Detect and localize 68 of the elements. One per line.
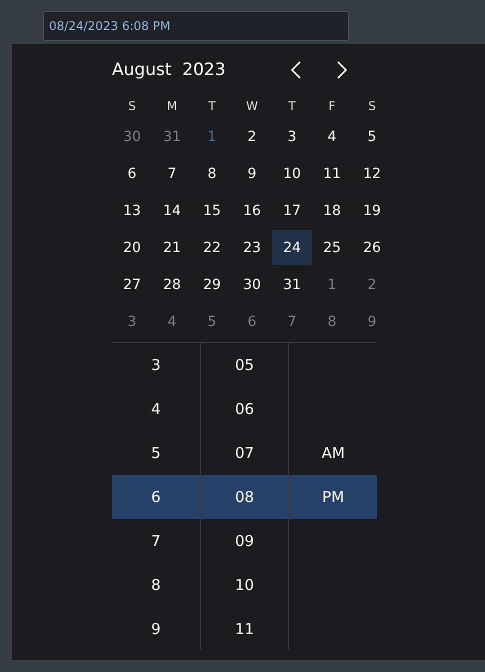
calendar-day[interactable]: 21 (152, 230, 192, 265)
calendar-day[interactable]: 31 (152, 119, 192, 154)
calendar-day[interactable]: 1 (312, 267, 352, 302)
calendar-day[interactable]: 5 (352, 119, 392, 154)
date-time-field[interactable]: 08/24/2023 6:08 PM (43, 11, 349, 41)
calendar-day[interactable]: 10 (272, 156, 312, 191)
calendar-day[interactable]: 6 (112, 156, 152, 191)
weekday-label: M (166, 98, 178, 115)
calendar-day[interactable]: 7 (272, 304, 312, 339)
hour-option[interactable]: 3 (112, 343, 200, 387)
calendar-day[interactable]: 22 (192, 230, 232, 265)
calendar-day[interactable]: 9 (232, 156, 272, 191)
calendar-day[interactable]: 13 (112, 193, 152, 228)
calendar-day[interactable]: 8 (192, 156, 232, 191)
calendar-day[interactable]: 30 (112, 119, 152, 154)
calendar-day[interactable]: 6 (232, 304, 272, 339)
calendar-day[interactable]: 16 (232, 193, 272, 228)
minute-option[interactable]: 08 (200, 475, 288, 519)
calendar-day[interactable]: 9 (352, 304, 392, 339)
calendar-day[interactable]: 11 (312, 156, 352, 191)
calendar-day[interactable]: 5 (192, 304, 232, 339)
minute-option[interactable]: 06 (200, 387, 288, 431)
weekday-label: S (367, 98, 377, 115)
calendar-day[interactable]: 19 (352, 193, 392, 228)
calendar-day[interactable]: 3 (112, 304, 152, 339)
calendar-day[interactable]: 2 (232, 119, 272, 154)
minute-option[interactable]: 05 (200, 343, 288, 387)
hour-option[interactable]: 8 (112, 563, 200, 607)
calendar-day[interactable]: 7 (152, 156, 192, 191)
calendar-day[interactable]: 12 (352, 156, 392, 191)
hour-option[interactable]: 5 (112, 431, 200, 475)
hour-option[interactable]: 7 (112, 519, 200, 563)
calendar-day[interactable]: 23 (232, 230, 272, 265)
minute-option[interactable]: 10 (200, 563, 288, 607)
hour-option[interactable]: 4 (112, 387, 200, 431)
chevron-right-icon (335, 60, 350, 80)
calendar-day[interactable]: 29 (192, 267, 232, 302)
calendar-day[interactable]: 27 (112, 267, 152, 302)
calendar-day[interactable]: 14 (152, 193, 192, 228)
weekday-label: T (207, 98, 217, 115)
chevron-left-icon (289, 60, 304, 80)
calendar-day[interactable]: 28 (152, 267, 192, 302)
calendar-day[interactable]: 30 (232, 267, 272, 302)
calendar-day[interactable]: 2 (352, 267, 392, 302)
hour-option[interactable]: 6 (112, 475, 200, 519)
calendar-day[interactable]: 31 (272, 267, 312, 302)
calendar-day[interactable]: 25 (312, 230, 352, 265)
weekday-label: W (245, 98, 259, 115)
hour-option[interactable]: 9 (112, 607, 200, 651)
minute-option[interactable]: 11 (200, 607, 288, 651)
minute-option[interactable]: 07 (200, 431, 288, 475)
calendar-day[interactable]: 4 (312, 119, 352, 154)
period-option[interactable]: AM (289, 431, 378, 475)
calendar-day[interactable]: 26 (352, 230, 392, 265)
calendar-day[interactable]: 3 (272, 119, 312, 154)
minute-option[interactable]: 09 (200, 519, 288, 563)
weekday-label: T (287, 98, 297, 115)
weekday-label: S (127, 98, 137, 115)
calendar-day[interactable]: 17 (272, 193, 312, 228)
period-option[interactable]: PM (289, 475, 378, 519)
calendar-day[interactable]: 8 (312, 304, 352, 339)
calendar-day[interactable]: 4 (152, 304, 192, 339)
calendar-day[interactable]: 20 (112, 230, 152, 265)
calendar-day[interactable]: 15 (192, 193, 232, 228)
calendar-day[interactable]: 18 (312, 193, 352, 228)
weekday-label: F (328, 98, 336, 115)
calendar-day[interactable]: 24 (272, 230, 312, 265)
month-year-title[interactable]: August 2023 (112, 60, 286, 80)
